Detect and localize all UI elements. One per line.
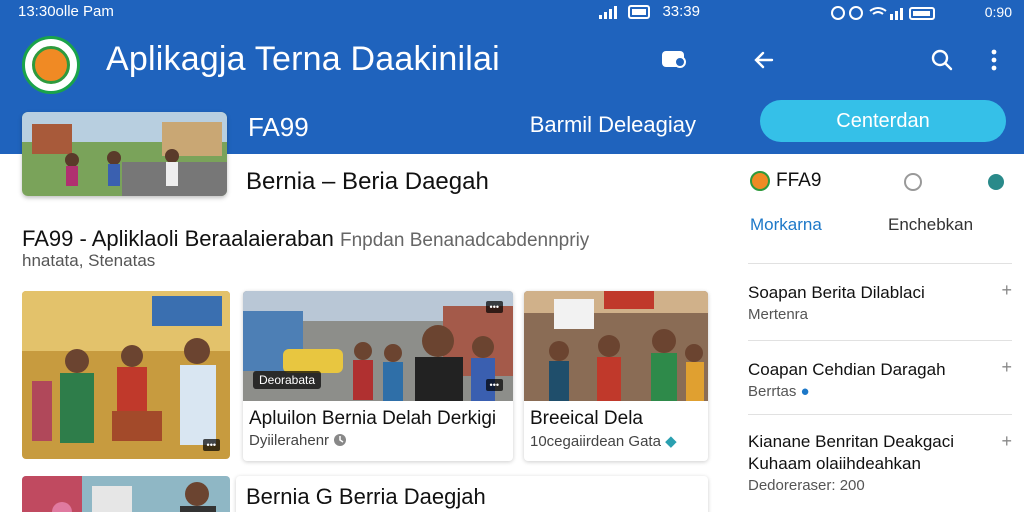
card-1-bottom-badge: ••• — [485, 379, 503, 391]
clock-icon — [334, 434, 347, 446]
hero-label: FA99 — [248, 112, 309, 142]
section-headline[interactable]: FA99 - Apliklaoli Beraalaieraban Fnpdan … — [22, 226, 589, 252]
headline-faded: Fnpdan Benanadcabdennpriy — [339, 230, 590, 251]
more-vert-icon[interactable] — [990, 48, 998, 72]
list-item-title: Coapan Cehdian Daragah — [748, 360, 946, 379]
list-item-title: Soapan Berita Dilablaci — [748, 283, 925, 302]
right-brand: FFA9 — [750, 170, 821, 192]
news-image-large-photo — [22, 291, 230, 459]
card-2-meta-row: 10cegaiirdean Gata ◆ — [530, 432, 677, 450]
image-badge: ••• — [202, 439, 220, 451]
card-1-top-badge: ••• — [485, 301, 503, 313]
list-item-sub: Dedoreraser: 200 — [748, 477, 865, 494]
hero-caption[interactable]: Bernia – Beria Daegah — [246, 168, 489, 196]
section-subline: hnatata, Stenatas — [22, 251, 156, 270]
main-app-panel: 13:30olle Pam 33:39 Aplikagja Terna Daak… — [0, 0, 724, 512]
hero-thumbnail[interactable] — [22, 112, 227, 196]
card-1-title: Apluilon Bernia Delah Derkigi — [249, 408, 497, 429]
right-header: Centerdan — [724, 26, 1024, 154]
card-1-meta-row: Dyiilerahenr — [249, 432, 347, 449]
app-logo — [22, 36, 80, 94]
card-1-meta: Dyiilerahenr — [249, 432, 330, 449]
screen: 13:30olle Pam 33:39 Aplikagja Terna Daak… — [0, 0, 1024, 512]
brand-logo-icon — [750, 171, 770, 191]
side-panel: 0:90 Centerdan FFA9 Morkarna Enchebkan S… — [724, 0, 1024, 512]
bottom-card[interactable]: Bernia G Berria Daegjah — [236, 476, 708, 512]
info-icon: ● — [800, 383, 810, 400]
status-right-group: 33:39 — [598, 3, 700, 20]
list-item[interactable]: Kianane Benritan Deakgaci Kuhaam olaiihd… — [748, 414, 1012, 494]
card-2-title: Breeical Dela — [530, 408, 643, 429]
expand-plus-icon[interactable]: + — [1001, 431, 1012, 452]
card-2-meta: 10cegaiirdean Gata — [530, 433, 661, 450]
right-status-icons — [831, 6, 935, 20]
diamond-icon: ◆ — [665, 433, 677, 450]
news-image-large[interactable]: ••• — [22, 291, 230, 459]
card-1-badge: Deorabata — [253, 371, 322, 389]
list-item-title: Kianane Benritan Deakgaci Kuhaam olaiihd… — [748, 432, 955, 473]
search-icon[interactable] — [930, 48, 954, 72]
right-status-bar: 0:90 — [724, 0, 1024, 26]
list-item-sub-row: Berrtas ● — [748, 383, 1012, 400]
toggle-dot-icon[interactable] — [988, 174, 1004, 190]
hero-right-label[interactable]: Barmil Deleagiay — [530, 112, 696, 138]
bottom-caption: Bernia G Berria Daegjah — [246, 484, 486, 509]
battery-icon — [628, 4, 651, 19]
right-status-time: 0:90 — [984, 4, 1012, 20]
news-image-bottom-photo — [22, 476, 230, 512]
hero-image — [22, 112, 227, 196]
tab-other[interactable]: Enchebkan — [888, 215, 973, 235]
list-item[interactable]: Coapan Cehdian Daragah Berrtas ● + — [748, 340, 1012, 400]
news-card-2[interactable]: Breeical Dela 10cegaiirdean Gata ◆ — [524, 291, 708, 461]
location-pin-icon[interactable] — [904, 173, 922, 191]
headline-main: FA99 - Apliklaoli Beraalaieraban — [22, 226, 334, 251]
primary-action-button[interactable]: Centerdan — [760, 100, 1006, 142]
list-item-sub: Berrtas — [748, 383, 797, 400]
news-image-bottom[interactable] — [22, 476, 230, 512]
brand-name: FFA9 — [776, 170, 822, 191]
app-title: Aplikagja Terna Daakinilai — [106, 40, 500, 78]
news-card-2-photo — [524, 291, 708, 401]
expand-plus-icon[interactable]: + — [1001, 357, 1012, 378]
list-item-sub: Mertenra — [748, 306, 809, 323]
tab-active[interactable]: Morkarna — [750, 215, 822, 235]
expand-plus-icon[interactable]: + — [1001, 280, 1012, 301]
back-arrow-icon[interactable] — [752, 48, 776, 72]
list-item[interactable]: Soapan Berita Dilablaci Mertenra + — [748, 263, 1012, 323]
status-time: 33:39 — [662, 3, 700, 20]
status-left-text: 13:30olle Pam — [18, 3, 114, 20]
chat-icon[interactable] — [660, 48, 690, 72]
status-bar: 13:30olle Pam 33:39 — [0, 0, 724, 26]
signal-icon — [599, 5, 618, 19]
news-card-1[interactable]: Deorabata ••• ••• Apluilon Bernia Delah … — [243, 291, 513, 461]
